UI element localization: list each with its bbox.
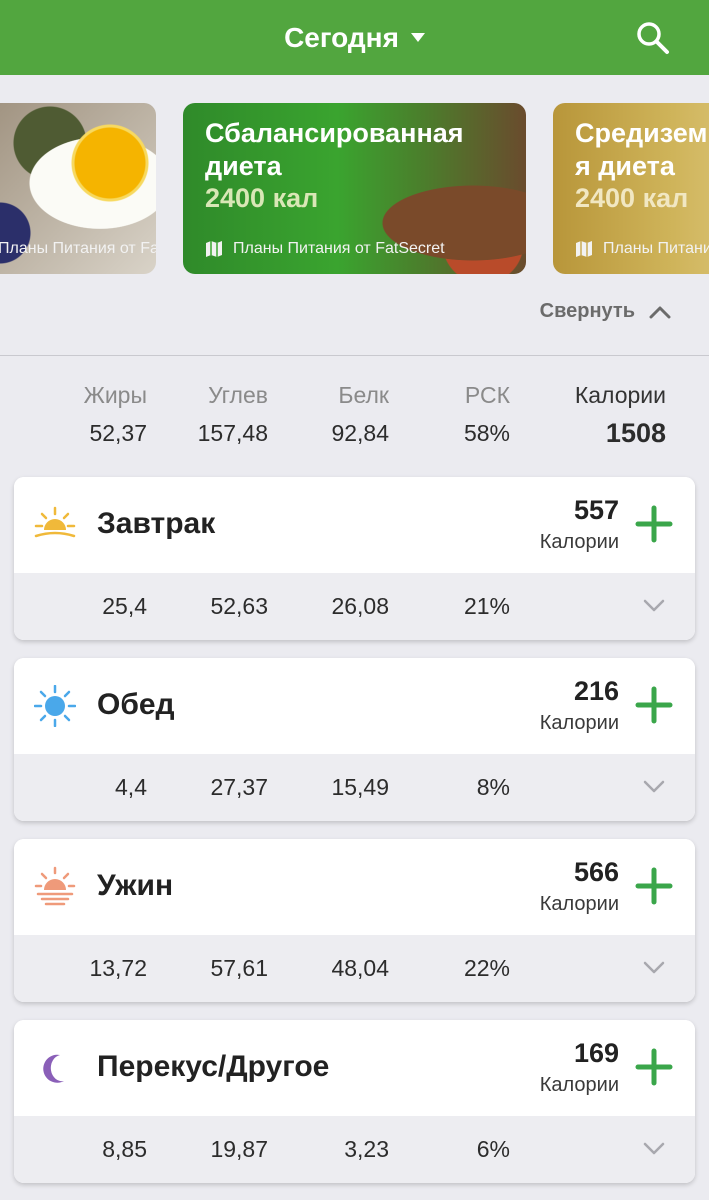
meal-calories: 169 Калории bbox=[540, 1038, 619, 1098]
meal-card-breakfast[interactable]: Завтрак 557 Калории 25,4 52,63 26,08 21% bbox=[14, 477, 695, 640]
meal-name: Завтрак bbox=[97, 507, 216, 540]
sunrise-icon bbox=[34, 506, 76, 538]
meal-rsk: 21% bbox=[463, 593, 510, 619]
card-footer-label: Планы Питания от FatSecret bbox=[0, 240, 156, 257]
search-icon[interactable] bbox=[635, 20, 671, 56]
card-title: Сбалансированная диета bbox=[205, 118, 464, 181]
card-calories: 2400 кал bbox=[205, 183, 319, 213]
card-footer: Планы Питания от FatSecret bbox=[0, 240, 156, 258]
meal-calories-label: Калории bbox=[539, 1074, 619, 1096]
plus-icon[interactable] bbox=[635, 505, 673, 543]
map-icon bbox=[206, 241, 222, 257]
meal-rsk: 6% bbox=[476, 1136, 510, 1162]
meal-protein: 3,23 bbox=[344, 1136, 389, 1162]
summary-carbs: Углев 157,48 bbox=[198, 382, 268, 446]
meal-protein: 48,04 bbox=[331, 955, 389, 981]
summary-protein-label: Белк bbox=[338, 382, 389, 408]
meal-calories: 557 Калории bbox=[540, 495, 619, 555]
meal-name: Перекус/Другое bbox=[97, 1050, 330, 1083]
card-title: Средиземноморская я диета bbox=[575, 118, 709, 181]
summary-calories-label: Калории bbox=[574, 382, 666, 408]
meal-carbs: 57,61 bbox=[210, 955, 268, 981]
summary-carbs-value: 157,48 bbox=[197, 420, 268, 446]
meal-fat: 4,4 bbox=[115, 774, 147, 800]
meal-plan-card-mediterranean[interactable]: Средиземноморская я диета 2400 кал Планы… bbox=[553, 103, 709, 274]
meal-plan-card-balanced[interactable]: Сбалансированная диета 2400 кал Планы Пи… bbox=[183, 103, 526, 274]
meal-header[interactable]: Перекус/Другое 169 Калории bbox=[14, 1020, 695, 1116]
card-footer-label: Планы Питания от FatSecret bbox=[233, 240, 445, 257]
summary-calories-value: 1508 bbox=[605, 418, 666, 448]
meal-macros[interactable]: 13,72 57,61 48,04 22% bbox=[14, 935, 695, 1002]
meal-calories-label: Калории bbox=[539, 893, 619, 915]
meal-name: Обед bbox=[97, 688, 175, 721]
plus-icon[interactable] bbox=[635, 686, 673, 724]
meal-carbs: 19,87 bbox=[210, 1136, 268, 1162]
meal-card-snack[interactable]: Перекус/Другое 169 Калории 8,85 19,87 3,… bbox=[14, 1020, 695, 1183]
map-icon bbox=[576, 241, 592, 257]
meal-carbs: 27,37 bbox=[210, 774, 268, 800]
meal-card-lunch[interactable]: Обед 216 Калории 4,4 27,37 15,49 8% bbox=[14, 658, 695, 821]
summary-protein-value: 92,84 bbox=[331, 420, 389, 446]
summary-rsk-label: РСК bbox=[464, 382, 510, 408]
meal-rsk: 22% bbox=[463, 955, 510, 981]
meal-plan-card[interactable]: Планы Питания от FatSecret bbox=[0, 103, 156, 274]
chevron-down-icon[interactable] bbox=[643, 598, 665, 612]
date-selector[interactable]: Сегодня bbox=[0, 0, 709, 75]
meal-name: Ужин bbox=[97, 869, 174, 902]
meal-macros[interactable]: 8,85 19,87 3,23 6% bbox=[14, 1116, 695, 1183]
summary-protein: Белк 92,84 bbox=[331, 382, 389, 446]
meal-carbs: 52,63 bbox=[210, 593, 268, 619]
summary-fat: Жиры 52,37 bbox=[84, 382, 147, 446]
card-footer-label: Планы Питания от FatSecret bbox=[603, 240, 709, 257]
divider bbox=[0, 355, 709, 356]
meal-protein: 26,08 bbox=[331, 593, 389, 619]
meal-protein: 15,49 bbox=[331, 774, 389, 800]
chevron-up-icon bbox=[649, 306, 671, 318]
app-header: Сегодня bbox=[0, 0, 709, 75]
date-selector-label: Сегодня bbox=[284, 21, 399, 53]
chevron-down-icon[interactable] bbox=[643, 960, 665, 974]
chevron-down-icon[interactable] bbox=[643, 779, 665, 793]
plus-icon[interactable] bbox=[635, 1048, 673, 1086]
summary-carbs-label: Углев bbox=[208, 382, 268, 408]
meal-fat: 25,4 bbox=[102, 593, 147, 619]
meal-calories: 216 Калории bbox=[540, 676, 619, 736]
moon-icon bbox=[43, 1054, 64, 1083]
chevron-down-icon[interactable] bbox=[643, 1141, 665, 1155]
collapse-label: Свернуть bbox=[539, 300, 635, 322]
plus-icon[interactable] bbox=[635, 867, 673, 905]
meal-macros[interactable]: 25,4 52,63 26,08 21% bbox=[14, 573, 695, 640]
card-footer: Планы Питания от FatSecret bbox=[575, 240, 709, 258]
meal-calories-label: Калории bbox=[539, 712, 619, 734]
summary-rsk: РСК 58% bbox=[464, 382, 510, 446]
meal-macros[interactable]: 4,4 27,37 15,49 8% bbox=[14, 754, 695, 821]
meal-header[interactable]: Завтрак 557 Калории bbox=[14, 477, 695, 573]
summary-rsk-value: 58% bbox=[463, 420, 510, 446]
caret-down-icon bbox=[410, 33, 425, 42]
meal-calories: 566 Калории bbox=[540, 857, 619, 917]
meal-rsk: 8% bbox=[476, 774, 510, 800]
meal-fat: 8,85 bbox=[102, 1136, 147, 1162]
meal-card-dinner[interactable]: Ужин 566 Калории 13,72 57,61 48,04 22% bbox=[14, 839, 695, 1002]
card-footer: Планы Питания от FatSecret bbox=[205, 240, 445, 258]
meal-plan-carousel[interactable]: Планы Питания от FatSecret Сбалансирован… bbox=[0, 103, 709, 274]
meal-header[interactable]: Обед 216 Калории bbox=[14, 658, 695, 754]
meal-calories-value: 169 bbox=[573, 1038, 619, 1068]
meal-calories-label: Калории bbox=[539, 531, 619, 553]
meal-calories-value: 566 bbox=[573, 857, 619, 887]
meal-calories-value: 557 bbox=[573, 495, 619, 525]
sunset-icon bbox=[34, 866, 76, 906]
summary-calories: Калории 1508 bbox=[574, 382, 666, 448]
sun-icon bbox=[34, 685, 76, 727]
meal-calories-value: 216 bbox=[573, 676, 619, 706]
card-calories: 2400 кал bbox=[575, 183, 689, 213]
summary-fat-label: Жиры bbox=[83, 382, 147, 408]
meal-fat: 13,72 bbox=[89, 955, 147, 981]
meal-header[interactable]: Ужин 566 Калории bbox=[14, 839, 695, 935]
summary-fat-value: 52,37 bbox=[89, 420, 147, 446]
collapse-button[interactable]: Свернуть bbox=[540, 300, 671, 323]
